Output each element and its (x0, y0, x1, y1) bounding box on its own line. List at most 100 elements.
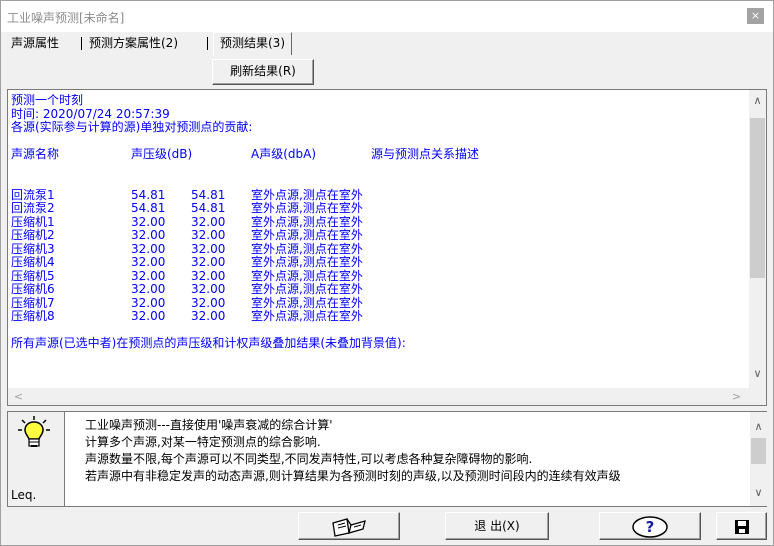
close-button[interactable]: × (747, 8, 764, 24)
table-row: 压缩机6 32.00 32.00 室外点源,测点在室外 (11, 282, 743, 297)
source-name: 压缩机6 (11, 282, 55, 296)
column-header-source-name: 声源名称 (11, 147, 60, 161)
results-text: 预测一个时刻 时间: 2020/07/24 20:57:39 各源(实际参与计算… (11, 94, 743, 386)
table-row: 压缩机4 32.00 32.00 室外点源,测点在室外 (11, 255, 743, 270)
spl-value: 54.81 (131, 187, 166, 202)
relation-description: 室外点源,测点在室外 (251, 214, 363, 229)
svg-text:?: ? (646, 518, 655, 536)
column-header-aspl: A声级(dbA) (251, 147, 317, 161)
lightbulb-icon (18, 416, 50, 447)
scroll-up-icon[interactable]: ∧ (750, 418, 767, 435)
relation-description: 室外点源,测点在室外 (251, 282, 363, 296)
aspl-value: 54.81 (191, 187, 226, 202)
relation-description: 室外点源,测点在室外 (251, 201, 363, 215)
description-vertical-scrollbar[interactable]: ∧ ∨ (750, 412, 767, 506)
relation-description: 室外点源,测点在室外 (251, 241, 363, 256)
table-row: 压缩机8 32.00 32.00 室外点源,测点在室外 (11, 309, 743, 324)
description-line: 计算多个声源,对某一特定预测点的综合影响. (85, 435, 321, 449)
results-heading: 预测一个时刻 (11, 94, 84, 107)
source-name: 压缩机1 (11, 214, 55, 229)
source-name: 压缩机4 (11, 255, 55, 269)
save-icon (734, 519, 749, 534)
source-name: 回流泵2 (11, 201, 55, 215)
exit-button[interactable]: 退 出(X) (445, 512, 549, 540)
aspl-value: 32.00 (191, 282, 226, 296)
results-horizontal-scrollbar[interactable]: < > (8, 388, 749, 405)
results-vertical-scrollbar[interactable]: ∧ ∨ (749, 90, 766, 388)
spl-value: 54.81 (131, 201, 166, 215)
window-title: 工业噪声预测[未命名] (7, 11, 125, 25)
results-scroll-thumb[interactable] (750, 118, 765, 278)
aspl-value: 32.00 (191, 241, 226, 256)
source-name: 压缩机7 (11, 295, 55, 310)
aspl-value: 32.00 (191, 295, 226, 310)
book-button[interactable] (298, 512, 400, 540)
aspl-value: 32.00 (191, 268, 226, 283)
book-icon (332, 517, 366, 537)
scroll-down-icon[interactable]: ∨ (749, 365, 766, 382)
tab-source-properties[interactable]: 声源属性 (11, 33, 59, 53)
relation-description: 室外点源,测点在室外 (251, 295, 363, 310)
source-name: 压缩机5 (11, 268, 55, 283)
description-scroll-thumb[interactable] (751, 438, 766, 464)
column-header-spl: 声压级(dB) (131, 147, 193, 161)
results-contribution-title: 各源(实际参与计算的源)单独对预测点的贡献: (11, 120, 253, 134)
scrollbar-corner (749, 388, 766, 405)
results-rows: 回流泵1 54.81 54.81 室外点源,测点在室外 回流泵2 54.81 54.81 室外… (11, 187, 743, 324)
aspl-value: 32.00 (191, 255, 226, 269)
table-row: 压缩机7 32.00 32.00 室外点源,测点在室外 (11, 295, 743, 311)
scroll-left-icon[interactable]: < (10, 388, 27, 405)
description-box: 工业噪声预测---直接使用'噪声衰减的综合计算' 计算多个声源,对某一特定预测点… (64, 412, 767, 506)
description-line: 若声源中有非稳定发声的动态声源,则计算结果为各预测时刻的声级,以及预测时间段内的… (85, 469, 621, 483)
leq-label: Leq. (11, 488, 37, 502)
scroll-right-icon[interactable]: > (728, 388, 745, 405)
spl-value: 32.00 (131, 309, 166, 323)
scroll-up-icon[interactable]: ∧ (749, 92, 766, 109)
column-header-relation: 源与预测点关系描述 (371, 147, 480, 161)
description-area: 工业噪声预测---直接使用'噪声衰减的综合计算' 计算多个声源,对某一特定预测点… (7, 411, 767, 507)
results-panel: 预测一个时刻 时间: 2020/07/24 20:57:39 各源(实际参与计算… (7, 89, 767, 406)
tab-separator (207, 37, 208, 50)
relation-description: 室外点源,测点在室外 (251, 268, 363, 283)
source-name: 压缩机8 (11, 309, 55, 323)
spl-value: 32.00 (131, 295, 166, 310)
table-row: 压缩机2 32.00 32.00 室外点源,测点在室外 (11, 228, 743, 243)
description-line: 工业噪声预测---直接使用'噪声衰减的综合计算' (85, 418, 333, 432)
spl-value: 32.00 (131, 214, 166, 229)
relation-description: 室外点源,测点在室外 (251, 228, 363, 242)
tab-prediction-results[interactable]: 预测结果(3) (213, 32, 292, 55)
description-line: 声源数量不限,每个声源可以不同类型,不同发声特性,可以考虑各种复杂障碍物的影响. (85, 452, 533, 466)
results-column-headers: 声源名称 声压级(dB) A声级(dbA) 源与预测点关系描述 (11, 147, 743, 162)
tab-separator (81, 37, 82, 50)
refresh-results-button[interactable]: 刷新结果(R) (212, 59, 314, 85)
table-row: 回流泵1 54.81 54.81 室外点源,测点在室外 (11, 187, 743, 203)
app-window: 工业噪声预测[未命名] × 声源属性 预测方案属性(2) 预测结果(3) 刷新结… (0, 0, 774, 546)
spl-value: 32.00 (131, 241, 166, 256)
table-row: 回流泵2 54.81 54.81 室外点源,测点在室外 (11, 201, 743, 216)
scroll-down-icon[interactable]: ∨ (750, 484, 767, 501)
aspl-value: 54.81 (191, 201, 226, 215)
results-summary: 所有声源(已选中者)在预测点的声压级和计权声级叠加结果(未叠加背景值): (11, 336, 406, 350)
results-time: 时间: 2020/07/24 20:57:39 (11, 106, 170, 121)
relation-description: 室外点源,测点在室外 (251, 255, 363, 269)
tab-scheme-properties[interactable]: 预测方案属性(2) (89, 33, 178, 53)
help-button[interactable]: ? (599, 512, 701, 540)
aspl-value: 32.00 (191, 309, 226, 323)
help-icon: ? (632, 515, 668, 538)
aspl-value: 32.00 (191, 214, 226, 229)
spl-value: 32.00 (131, 268, 166, 283)
source-name: 压缩机3 (11, 241, 55, 256)
table-row: 压缩机5 32.00 32.00 室外点源,测点在室外 (11, 268, 743, 284)
aspl-value: 32.00 (191, 228, 226, 242)
title-bar: 工业噪声预测[未命名] × (1, 1, 773, 32)
relation-description: 室外点源,测点在室外 (251, 309, 363, 323)
save-button[interactable] (716, 512, 767, 540)
table-row: 压缩机3 32.00 32.00 室外点源,测点在室外 (11, 241, 743, 257)
spl-value: 32.00 (131, 282, 166, 296)
spl-value: 32.00 (131, 228, 166, 242)
spl-value: 32.00 (131, 255, 166, 269)
source-name: 压缩机2 (11, 228, 55, 242)
table-row: 压缩机1 32.00 32.00 室外点源,测点在室外 (11, 214, 743, 230)
relation-description: 室外点源,测点在室外 (251, 187, 363, 202)
source-name: 回流泵1 (11, 187, 55, 202)
